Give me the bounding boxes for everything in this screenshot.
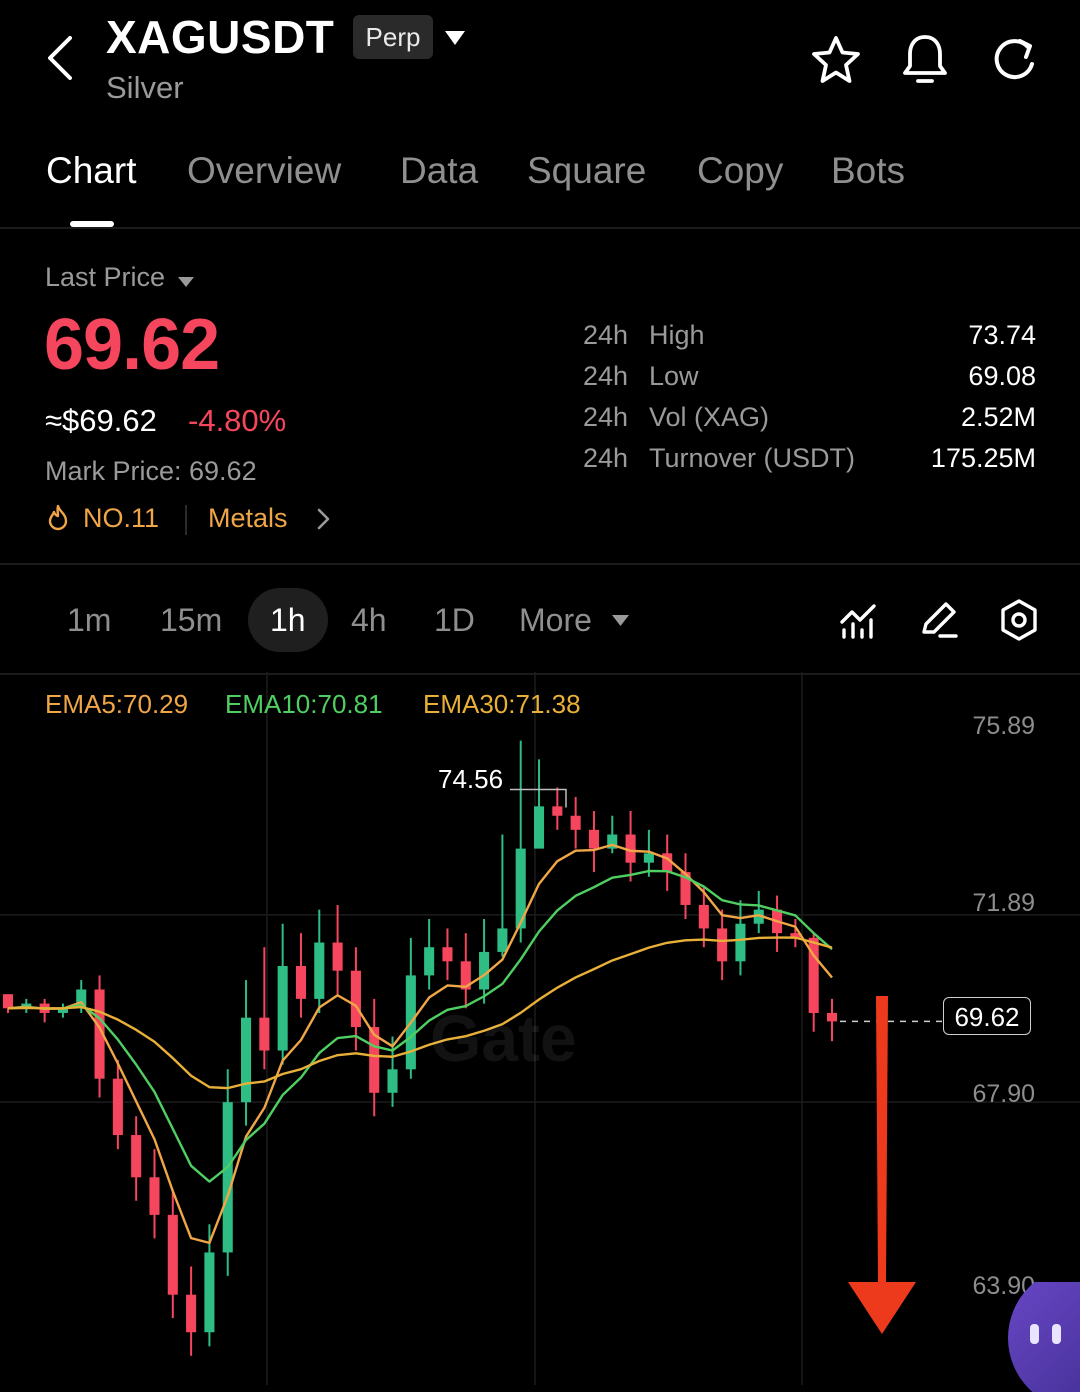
tab-data[interactable]: Data <box>400 150 478 192</box>
stat-value-volume: 2.52M <box>960 402 1036 432</box>
stats-divider <box>0 563 1080 565</box>
bell-icon[interactable] <box>900 32 950 86</box>
y-axis-label: 75.89 <box>972 712 1035 740</box>
contract-type-badge[interactable]: Perp <box>353 15 433 59</box>
candle-body <box>314 942 325 999</box>
category-link[interactable]: Metals <box>208 503 288 534</box>
candle-body <box>552 806 563 816</box>
indicators-icon[interactable] <box>838 600 880 640</box>
candle-body <box>112 1078 123 1136</box>
stat-period: 24h <box>583 361 629 391</box>
y-axis-label: 71.89 <box>972 889 1035 917</box>
candle-body <box>186 1294 197 1333</box>
rank-badge[interactable]: NO.11 <box>83 503 159 534</box>
y-axis-label: 67.90 <box>972 1080 1035 1108</box>
floating-assistant-button[interactable] <box>1008 1282 1080 1392</box>
stat-period: 24h <box>583 443 629 473</box>
interval-1h[interactable]: 1h <box>270 602 306 639</box>
chevron-right-icon[interactable] <box>314 507 332 531</box>
candle-body <box>387 1069 398 1093</box>
stat-period: 24h <box>583 320 629 350</box>
candle-body <box>222 1102 233 1253</box>
draw-pencil-icon[interactable] <box>918 598 960 640</box>
interval-more[interactable]: More <box>519 602 592 639</box>
tab-chart[interactable]: Chart <box>46 150 136 192</box>
candle-body <box>241 1017 252 1103</box>
stat-label-turnover: Turnover (USDT) <box>649 443 856 473</box>
candle-body <box>277 966 288 1051</box>
candle-body <box>259 1017 270 1051</box>
tabs-divider <box>0 227 1080 229</box>
price-type-selector[interactable]: Last Price <box>45 262 165 293</box>
candle-body <box>167 1214 178 1295</box>
candle-body <box>826 1012 838 1022</box>
period-high-label: 74.56 <box>438 764 504 794</box>
current-price-tag: 69.62 <box>943 997 1031 1035</box>
star-icon[interactable] <box>810 34 862 86</box>
flame-icon <box>48 504 68 531</box>
rank-divider <box>185 505 187 535</box>
ema5-line <box>7 843 833 1245</box>
exchange-watermark: Gate <box>430 1001 577 1075</box>
mark-price: Mark Price: 69.62 <box>45 456 257 486</box>
price-usd-equivalent: ≈$69.62 <box>45 403 157 438</box>
candle-body <box>533 806 545 849</box>
down-arrow-icon <box>848 996 916 1334</box>
candle-body <box>204 1252 215 1333</box>
candle-body <box>588 829 599 849</box>
candle-body <box>698 904 709 929</box>
stat-label-volume: Vol (XAG) <box>649 402 770 432</box>
candle-body <box>643 853 654 863</box>
asset-name: Silver <box>106 70 184 105</box>
candle-body <box>497 928 508 952</box>
candle-body <box>424 947 435 976</box>
caret-down-icon[interactable] <box>177 276 195 288</box>
candle-body <box>149 1177 160 1215</box>
caret-down-icon[interactable] <box>444 30 466 46</box>
stat-label-high: High <box>649 320 705 350</box>
last-price: 69.62 <box>44 305 220 385</box>
symbol-title[interactable]: XAGUSDT <box>106 10 334 64</box>
ema30-legend: EMA30:71.38 <box>423 689 581 719</box>
candle-body <box>717 928 728 962</box>
tab-overview[interactable]: Overview <box>187 150 341 192</box>
interval-1d[interactable]: 1D <box>434 602 475 639</box>
tab-bots[interactable]: Bots <box>831 150 905 192</box>
ema10-legend: EMA10:70.81 <box>225 689 383 719</box>
candle-body <box>442 947 453 962</box>
tab-square[interactable]: Square <box>527 150 646 192</box>
stat-value-low: 69.08 <box>968 361 1036 391</box>
interval-4h[interactable]: 4h <box>351 602 387 639</box>
price-change-percent: -4.80% <box>188 403 287 438</box>
settings-icon[interactable] <box>998 598 1040 642</box>
stat-label-low: Low <box>649 361 699 391</box>
refresh-icon[interactable] <box>988 34 1040 86</box>
interval-15m[interactable]: 15m <box>160 602 222 639</box>
stat-value-high: 73.74 <box>968 320 1036 350</box>
candle-body <box>2 994 14 1009</box>
ema5-legend: EMA5:70.29 <box>45 689 189 719</box>
candle-body <box>570 815 581 830</box>
caret-down-icon[interactable] <box>611 614 630 627</box>
candle-body <box>350 970 361 1028</box>
back-arrow-icon[interactable] <box>40 32 84 84</box>
tab-copy[interactable]: Copy <box>697 150 783 192</box>
ema30-line <box>7 936 833 1090</box>
candle-body <box>735 923 746 962</box>
interval-1m[interactable]: 1m <box>67 602 111 639</box>
candle-body <box>131 1135 142 1178</box>
stat-value-turnover: 175.25M <box>930 443 1036 473</box>
stat-period: 24h <box>583 402 629 432</box>
candle-body <box>295 966 307 999</box>
candle-body <box>332 942 343 971</box>
